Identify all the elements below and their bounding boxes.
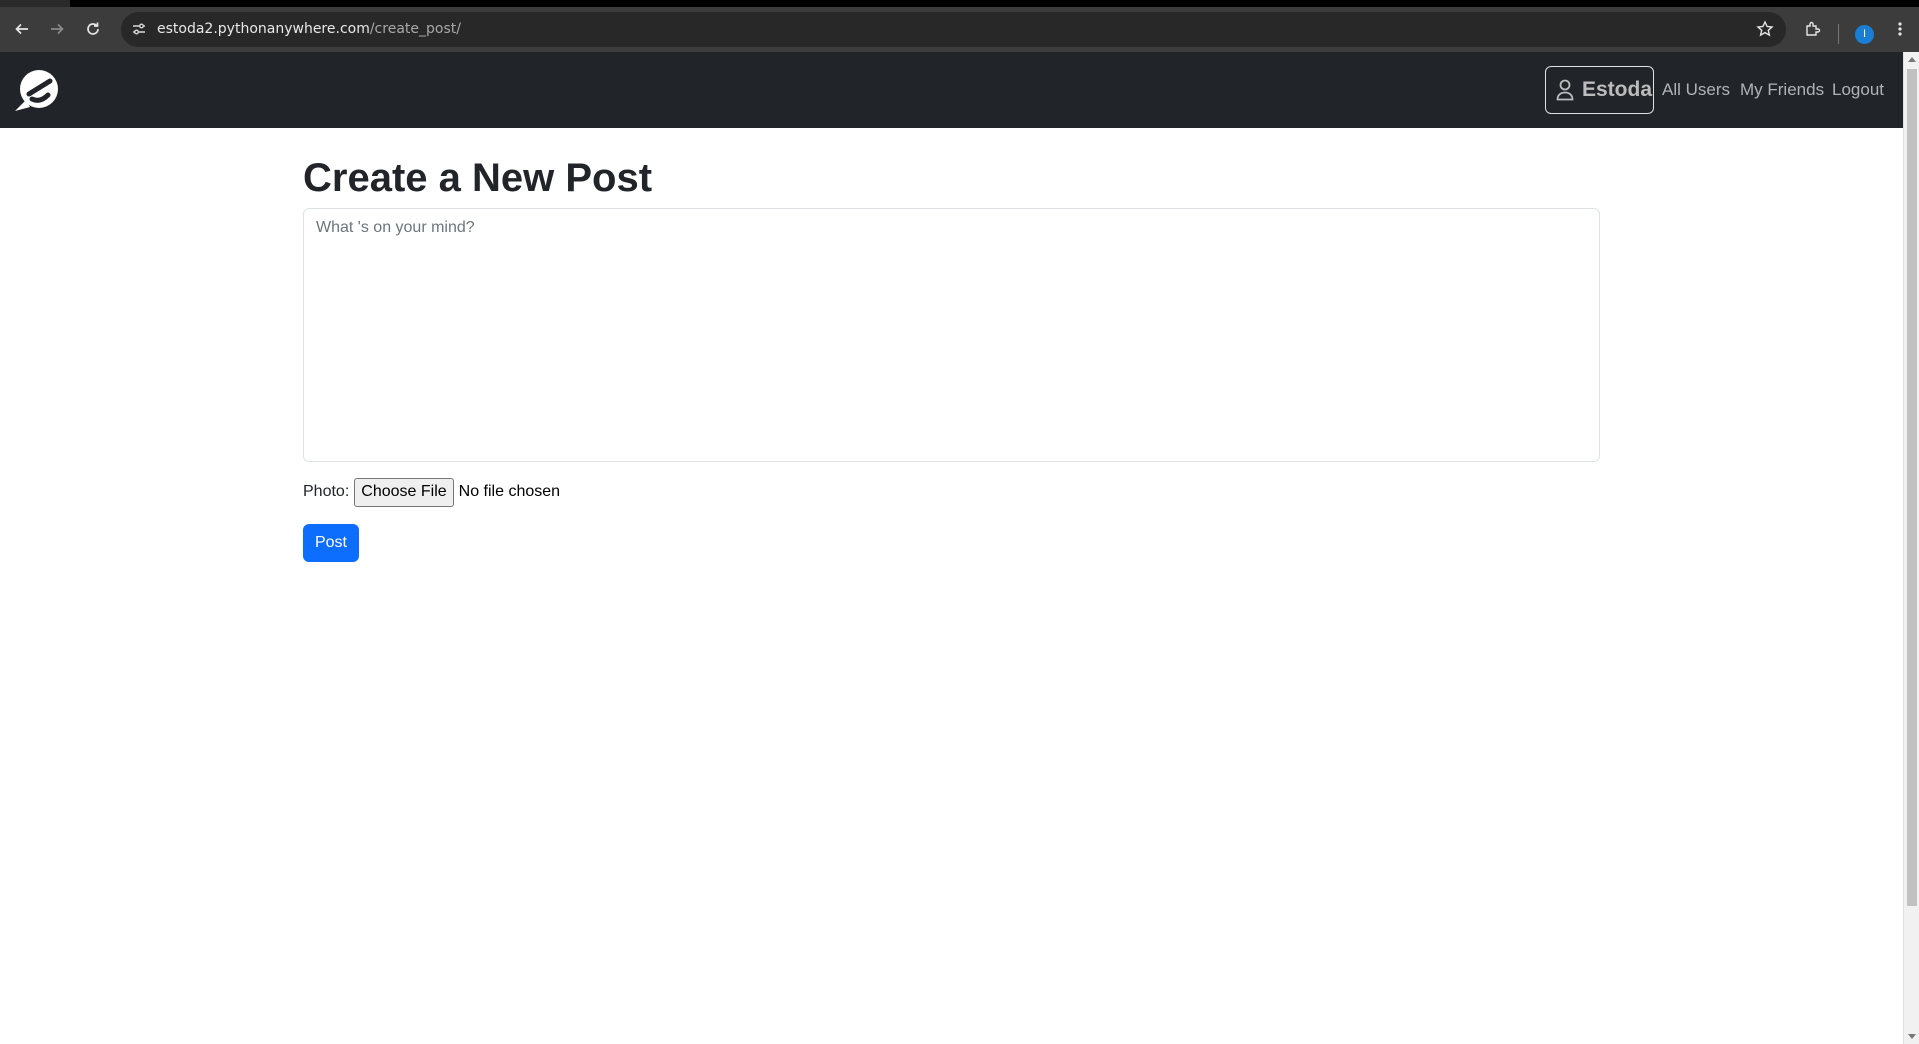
- post-content-textarea[interactable]: [303, 208, 1600, 462]
- reload-icon[interactable]: [80, 16, 106, 42]
- page-title: Create a New Post: [303, 156, 653, 200]
- nav-link-my-friends[interactable]: My Friends: [1740, 52, 1824, 128]
- extensions-icon[interactable]: [1800, 16, 1826, 42]
- window-top-bar: [0, 0, 1919, 7]
- photo-label: Photo:: [303, 483, 350, 500]
- nav-link-all-users[interactable]: All Users: [1662, 52, 1730, 128]
- site-navbar: Estoda All Users My Friends Logout: [0, 52, 1903, 128]
- scroll-down-arrow-icon[interactable]: [1908, 1034, 1916, 1039]
- scroll-thumb[interactable]: [1907, 69, 1917, 906]
- back-icon[interactable]: [9, 16, 35, 42]
- nav-link-logout[interactable]: Logout: [1832, 52, 1884, 128]
- profile-name: Estoda: [1582, 78, 1653, 101]
- browser-toolbar: estoda2.pythonanywhere.com/create_post/ …: [0, 7, 1919, 52]
- bookmark-star-icon[interactable]: [1756, 20, 1774, 43]
- user-icon: [1556, 79, 1574, 101]
- forward-icon[interactable]: [44, 16, 70, 42]
- site-settings-icon[interactable]: [131, 21, 147, 42]
- profile-button[interactable]: Estoda: [1545, 66, 1654, 114]
- e-logo-icon: [15, 70, 58, 111]
- url-text: estoda2.pythonanywhere.com/create_post/: [157, 21, 461, 37]
- toolbar-divider: [1838, 24, 1839, 44]
- address-bar[interactable]: estoda2.pythonanywhere.com/create_post/: [121, 12, 1786, 47]
- file-status-text: No file chosen: [458, 483, 561, 500]
- photo-upload-row: Photo: Choose File No file chosen: [303, 477, 560, 507]
- choose-file-button[interactable]: Choose File: [354, 477, 454, 507]
- browser-menu-icon[interactable]: [1887, 16, 1913, 42]
- post-submit-button[interactable]: Post: [303, 524, 359, 562]
- tab-strip[interactable]: [0, 0, 70, 7]
- browser-profile-avatar[interactable]: I: [1855, 25, 1874, 44]
- scroll-up-arrow-icon[interactable]: [1908, 57, 1916, 62]
- brand-logo-link[interactable]: [12, 67, 62, 113]
- page-scrollbar[interactable]: [1903, 52, 1919, 1044]
